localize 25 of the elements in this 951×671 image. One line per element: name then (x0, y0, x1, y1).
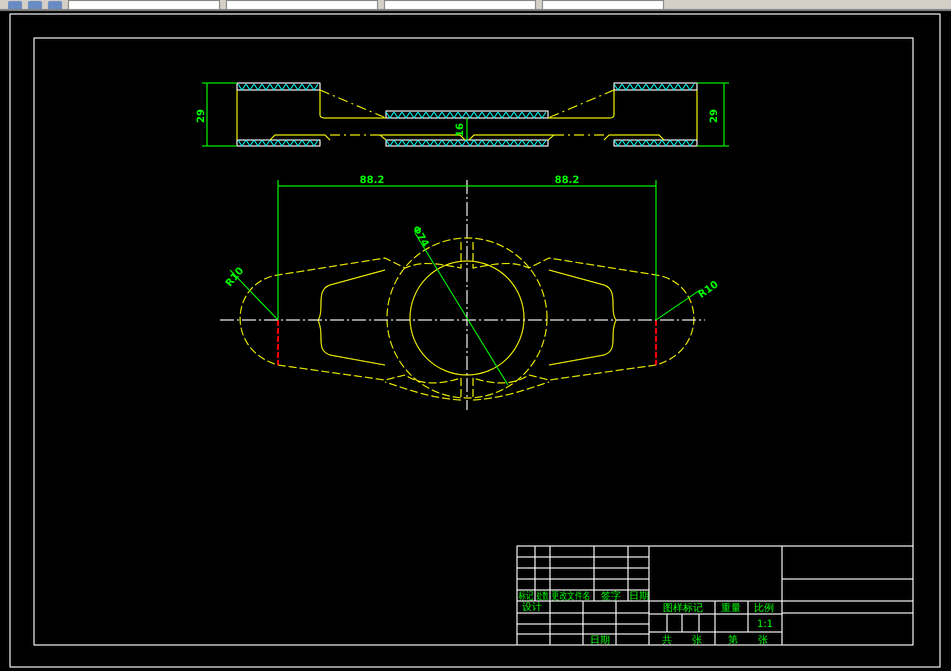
title-block-label: 日期 (629, 591, 649, 602)
title-block-label: 张 (758, 635, 768, 646)
title-block-label: 标记 (518, 591, 534, 602)
dimension-label: 29 (196, 109, 207, 123)
title-block-label: 重量 (721, 603, 741, 614)
title-block-label: 第 (728, 635, 738, 646)
title-block-label: 张 (692, 635, 702, 646)
title-block-label: 共 (662, 635, 672, 646)
dimension-label: 29 (709, 109, 720, 123)
title-block-label: 1:1 (756, 619, 774, 630)
layout-tab[interactable] (68, 0, 220, 9)
title-block-label: 图样标记 (663, 603, 703, 614)
title-block-label: 更改文件名 (551, 591, 591, 602)
layout-tab[interactable] (542, 0, 664, 9)
dimension-label: 88.2 (360, 175, 384, 186)
dimension-label: 16 (455, 123, 466, 137)
layout-tab[interactable] (226, 0, 378, 9)
title-block-label: 处数 (536, 589, 548, 602)
title-block-label: 签字 (601, 591, 621, 602)
dimension-label: 88.2 (554, 175, 580, 186)
title-block-label: 设计 (522, 602, 542, 613)
layout-tab[interactable] (384, 0, 536, 9)
title-block-label: 比例 (754, 603, 774, 614)
dimension-label: R10 (696, 279, 721, 301)
title-block-label: 日期 (590, 635, 610, 646)
